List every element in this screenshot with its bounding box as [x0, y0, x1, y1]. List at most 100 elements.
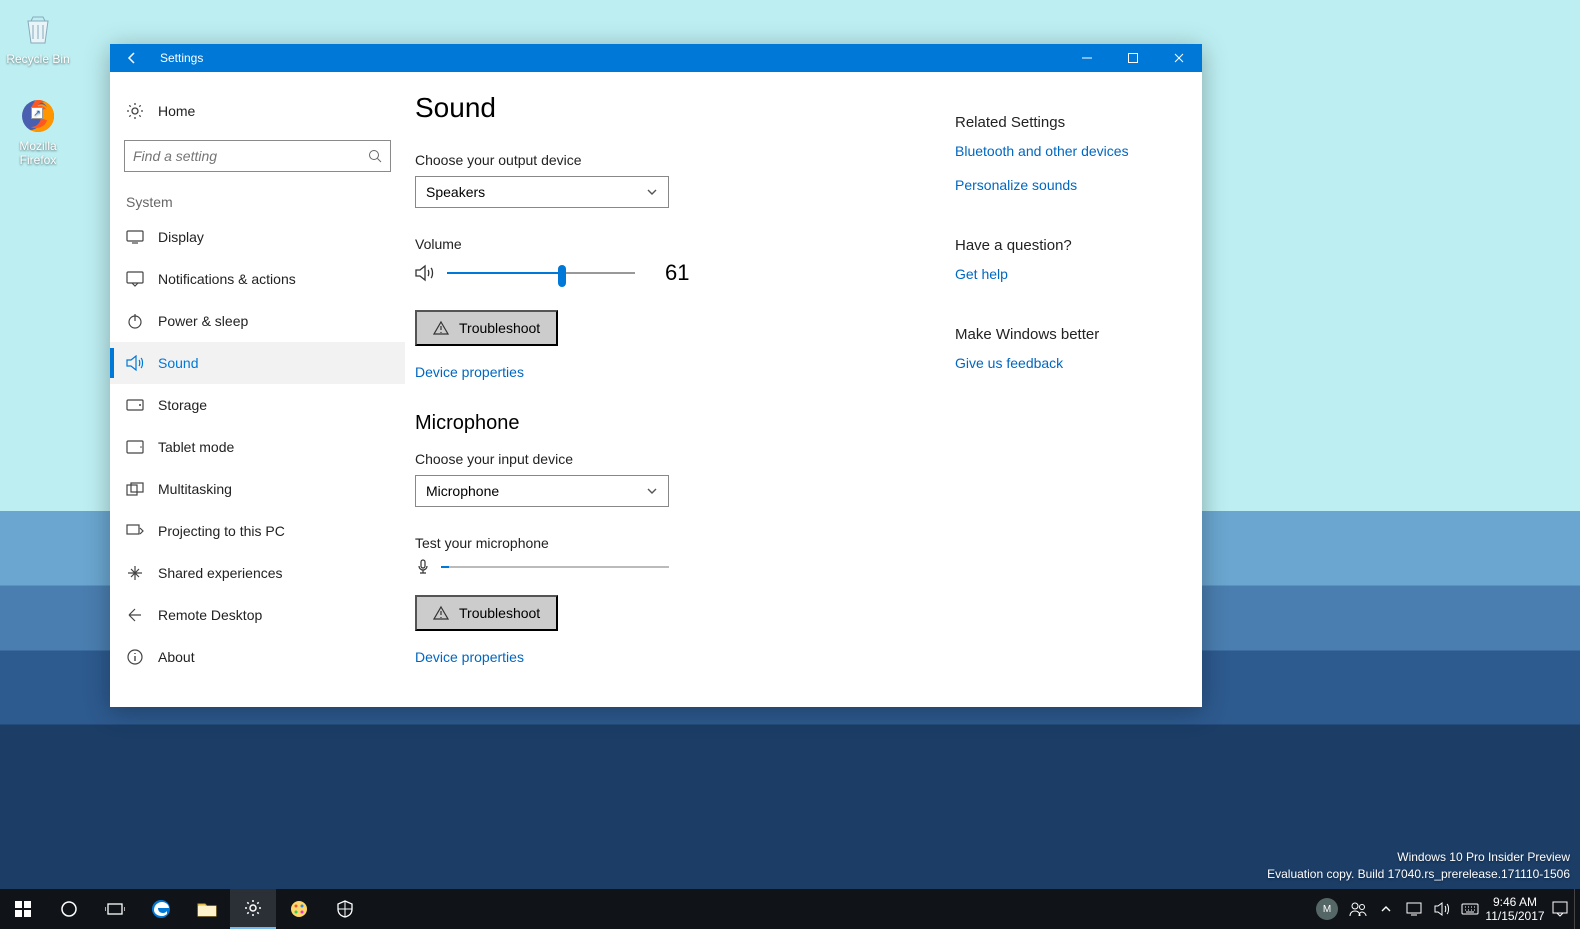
sidebar-item-multitasking[interactable]: Multitasking — [110, 468, 405, 510]
shortcut-arrow-icon: ↗ — [31, 107, 43, 119]
output-device-dropdown[interactable]: Speakers — [415, 176, 669, 208]
sidebar-item-label: Notifications & actions — [158, 271, 296, 287]
remote-icon — [126, 606, 144, 624]
desktop-icon-label: Mozilla Firefox — [0, 139, 76, 167]
device-properties-input-link[interactable]: Device properties — [415, 649, 955, 665]
firefox-icon: ↗ — [17, 95, 59, 137]
taskbar-security[interactable] — [322, 889, 368, 929]
task-view-button[interactable] — [92, 889, 138, 929]
sidebar-item-shared[interactable]: Shared experiences — [110, 552, 405, 594]
sidebar-item-projecting[interactable]: Projecting to this PC — [110, 510, 405, 552]
search-input[interactable] — [133, 148, 368, 164]
taskbar: M 9:46 AM 11/15/2017 — [0, 889, 1580, 929]
titlebar[interactable]: Settings — [110, 44, 1202, 72]
get-help-link[interactable]: Get help — [955, 266, 1172, 282]
taskbar-paint[interactable] — [276, 889, 322, 929]
sidebar-category: System — [110, 186, 405, 216]
microphone-icon — [415, 559, 431, 575]
question-heading: Have a question? — [955, 237, 1172, 254]
multitask-icon — [126, 480, 144, 498]
volume-slider[interactable] — [447, 272, 635, 274]
warning-icon — [433, 320, 449, 336]
sidebar-item-remote[interactable]: Remote Desktop — [110, 594, 405, 636]
sidebar: Home System Display Notifications & acti… — [110, 72, 405, 707]
tablet-icon — [126, 438, 144, 456]
volume-label: Volume — [415, 236, 955, 252]
storage-icon — [126, 396, 144, 414]
volume-value: 61 — [665, 260, 689, 286]
sound-icon — [126, 354, 144, 372]
gear-icon — [126, 102, 144, 120]
related-settings-heading: Related Settings — [955, 114, 1172, 131]
close-button[interactable] — [1156, 44, 1202, 72]
network-icon[interactable] — [1400, 889, 1428, 929]
sidebar-item-storage[interactable]: Storage — [110, 384, 405, 426]
volume-tray-icon[interactable] — [1428, 889, 1456, 929]
taskbar-explorer[interactable] — [184, 889, 230, 929]
taskbar-settings[interactable] — [230, 889, 276, 929]
input-device-dropdown[interactable]: Microphone — [415, 475, 669, 507]
sidebar-item-label: Home — [158, 103, 195, 119]
start-button[interactable] — [0, 889, 46, 929]
shared-icon — [126, 564, 144, 582]
search-input-container[interactable] — [124, 140, 391, 172]
microphone-heading: Microphone — [415, 412, 955, 435]
sidebar-item-label: About — [158, 649, 195, 665]
device-properties-output-link[interactable]: Device properties — [415, 364, 955, 380]
desktop-icon-firefox[interactable]: ↗ Mozilla Firefox — [0, 95, 76, 167]
troubleshoot-output-button[interactable]: Troubleshoot — [415, 310, 558, 346]
about-icon — [126, 648, 144, 666]
project-icon — [126, 522, 144, 540]
desktop-icon-label: Recycle Bin — [0, 52, 76, 66]
volume-icon — [415, 264, 435, 282]
power-icon — [126, 312, 144, 330]
mic-level-bar — [441, 566, 669, 568]
sidebar-item-display[interactable]: Display — [110, 216, 405, 258]
dropdown-value: Microphone — [426, 483, 499, 499]
display-icon — [126, 228, 144, 246]
sidebar-item-label: Power & sleep — [158, 313, 248, 329]
right-panel: Related Settings Bluetooth and other dev… — [955, 92, 1172, 687]
better-heading: Make Windows better — [955, 326, 1172, 343]
tray-chevron-up-icon[interactable] — [1372, 889, 1400, 929]
action-center-icon[interactable] — [1546, 889, 1574, 929]
dropdown-value: Speakers — [426, 184, 485, 200]
desktop-icon-recycle-bin[interactable]: Recycle Bin — [0, 8, 76, 66]
taskbar-edge[interactable] — [138, 889, 184, 929]
sidebar-item-sound[interactable]: Sound — [110, 342, 405, 384]
sidebar-item-label: Shared experiences — [158, 565, 283, 581]
sidebar-item-power[interactable]: Power & sleep — [110, 300, 405, 342]
search-icon — [368, 149, 382, 163]
sidebar-item-label: Sound — [158, 355, 198, 371]
sidebar-item-label: Projecting to this PC — [158, 523, 285, 539]
bluetooth-link[interactable]: Bluetooth and other devices — [955, 143, 1172, 159]
cortana-button[interactable] — [46, 889, 92, 929]
sidebar-item-notifications[interactable]: Notifications & actions — [110, 258, 405, 300]
troubleshoot-input-button[interactable]: Troubleshoot — [415, 595, 558, 631]
people-icon[interactable] — [1344, 889, 1372, 929]
chevron-down-icon — [646, 186, 658, 198]
personalize-sounds-link[interactable]: Personalize sounds — [955, 177, 1172, 193]
sidebar-item-label: Tablet mode — [158, 439, 234, 455]
input-device-label: Choose your input device — [415, 451, 955, 467]
sidebar-item-home[interactable]: Home — [110, 90, 405, 132]
maximize-button[interactable] — [1110, 44, 1156, 72]
sidebar-item-label: Display — [158, 229, 204, 245]
sidebar-item-label: Storage — [158, 397, 207, 413]
back-button[interactable] — [110, 44, 154, 72]
notifications-icon — [126, 270, 144, 288]
settings-window: Settings Home System — [110, 44, 1202, 707]
watermark: Windows 10 Pro Insider Preview Evaluatio… — [1267, 849, 1570, 883]
chevron-down-icon — [646, 485, 658, 497]
taskbar-clock[interactable]: 9:46 AM 11/15/2017 — [1484, 895, 1546, 923]
window-title: Settings — [154, 51, 203, 65]
keyboard-icon[interactable] — [1456, 889, 1484, 929]
sidebar-item-label: Multitasking — [158, 481, 232, 497]
minimize-button[interactable] — [1064, 44, 1110, 72]
content-area: Sound Choose your output device Speakers… — [415, 92, 955, 687]
user-badge[interactable]: M — [1316, 898, 1338, 920]
sidebar-item-tablet[interactable]: Tablet mode — [110, 426, 405, 468]
feedback-link[interactable]: Give us feedback — [955, 355, 1172, 371]
show-desktop-button[interactable] — [1574, 889, 1580, 929]
sidebar-item-about[interactable]: About — [110, 636, 405, 678]
